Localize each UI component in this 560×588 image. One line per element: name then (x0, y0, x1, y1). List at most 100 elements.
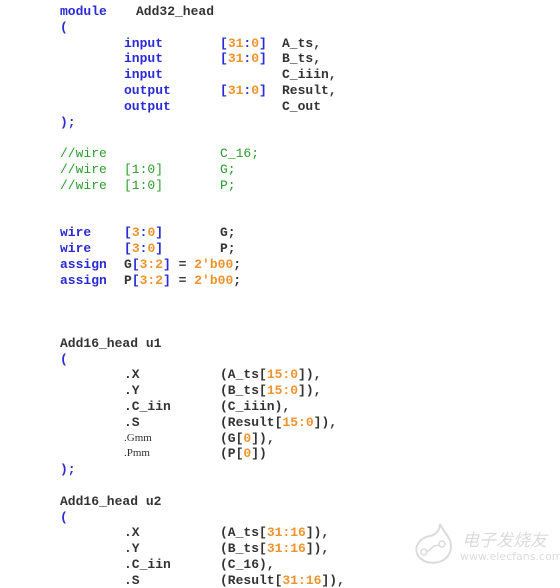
bit-range: [31:0] (220, 83, 267, 99)
port-name: .Y (124, 383, 140, 399)
comment: //wire (60, 161, 107, 177)
port-name: .Gmm (124, 431, 152, 444)
assign-expr: G[3:2] = 2'b00; (124, 257, 241, 273)
connection-text: ]), (298, 383, 322, 399)
bit-index: 31:16 (266, 525, 306, 541)
keyword: wire (60, 225, 92, 241)
paren: ); (60, 114, 76, 130)
comment: G; (220, 161, 236, 177)
bracket: [ (124, 225, 132, 241)
range-msb: 3 (131, 240, 140, 256)
signal-name: A_ts, (282, 35, 322, 51)
connection-text: (Result[ (220, 414, 283, 430)
bit-range: [3:0] (124, 241, 163, 257)
port-connection: (A_ts[31:16]), (220, 525, 329, 541)
range-msb: 3 (131, 225, 140, 241)
connection-text: (A_ts[ (220, 367, 267, 383)
connection-text: (B_ts[ (220, 383, 267, 399)
port-connection: (G[0]), (220, 431, 275, 447)
paren: ( (60, 351, 68, 367)
port-connection: (Result[31:16]), (220, 573, 345, 588)
range-msb: 31 (227, 35, 244, 51)
instance-name: Add16_head u1 (60, 335, 162, 351)
bit-range: [31:0] (220, 36, 267, 52)
port-name: .X (124, 367, 140, 383)
bit-index: 15:0 (266, 383, 299, 399)
bit-range: [31:0] (220, 51, 267, 67)
signal-name: P (124, 272, 132, 288)
paren: ( (60, 19, 68, 35)
port-name: .S (124, 572, 140, 588)
signal-name: P; (220, 240, 236, 256)
port-connection: (P[0]) (220, 446, 267, 462)
watermark-url: www.elecfans.com (460, 550, 560, 563)
bracket: [ (124, 240, 132, 256)
range-lsb: 0 (251, 82, 260, 98)
operator: = (170, 256, 195, 272)
connection-text: ]), (321, 572, 345, 588)
bracket: ] (259, 51, 267, 67)
connection-text: (C_iiin), (220, 398, 291, 414)
port-connection: (Result[15:0]), (220, 415, 337, 431)
elecfans-logo-icon (415, 523, 452, 564)
signal-name: C_out (282, 98, 322, 114)
bit-range: [3:0] (124, 225, 163, 241)
watermark-title: 电子发烧友 (462, 531, 547, 551)
bracket: ] (155, 240, 164, 256)
connection-text: (P[ (220, 446, 244, 462)
bracket: [ (220, 82, 228, 98)
port-name: .S (124, 414, 140, 430)
connection-text: (Result[ (220, 572, 283, 588)
bracket: [ (131, 256, 140, 272)
port-name: .X (124, 525, 140, 541)
comment: P; (220, 177, 236, 193)
bracket: [ (220, 35, 228, 51)
literal: 2'b00 (194, 256, 234, 272)
bracket: ] (259, 82, 267, 98)
keyword: input (124, 67, 164, 83)
port-connection: (C_16), (220, 557, 275, 573)
paren: ( (60, 509, 68, 525)
port-name: .Y (124, 541, 140, 557)
watermark: 电子发烧友 www.elecfans.com (410, 520, 560, 570)
range-lsb: 0 (251, 35, 260, 51)
signal-name: G (124, 256, 132, 272)
bracket: ] (155, 225, 164, 241)
signal-name: G; (220, 225, 236, 241)
range-msb: 31 (227, 82, 244, 98)
bracket: ] (259, 35, 267, 51)
range-msb: 31 (227, 51, 244, 67)
connection-text: ]), (298, 367, 322, 383)
index: 3:2 (139, 272, 164, 288)
comment: //wire (60, 177, 107, 193)
comment: [1:0] (124, 161, 164, 177)
bracket: [ (131, 272, 140, 288)
comment: //wire (60, 146, 107, 162)
keyword-assign: assign (60, 256, 107, 272)
signal-name: Result, (282, 82, 337, 98)
connection-text: ]), (305, 541, 330, 557)
connection-text: (C_16), (220, 556, 275, 572)
connection-text: ]), (305, 525, 330, 541)
keyword: output (124, 82, 171, 98)
bracket: ] (163, 272, 171, 288)
connection-text: ]), (251, 430, 275, 446)
keyword: output (124, 98, 171, 114)
bit-index: 31:16 (282, 572, 322, 588)
comment: [1:0] (124, 177, 164, 193)
port-name: .C_iin (124, 556, 171, 572)
operator: = (170, 272, 195, 288)
connection-text: ]), (313, 414, 338, 430)
paren: ); (60, 462, 76, 478)
connection-text: (G[ (220, 430, 244, 446)
comment: C_16; (220, 146, 260, 162)
connection-text: (B_ts[ (220, 541, 267, 557)
semicolon: ; (233, 256, 242, 272)
port-connection: (B_ts[31:16]), (220, 541, 329, 557)
literal: 2'b00 (194, 272, 234, 288)
bit-index: 15:0 (266, 367, 299, 383)
connection-text: (A_ts[ (220, 525, 267, 541)
keyword: input (124, 51, 164, 67)
port-name: .Pmm (124, 447, 150, 460)
bracket: ] (163, 256, 171, 272)
